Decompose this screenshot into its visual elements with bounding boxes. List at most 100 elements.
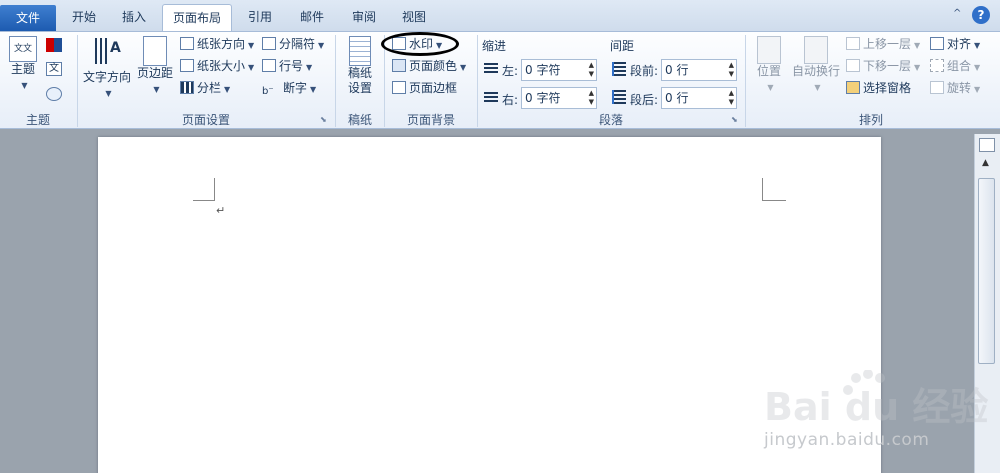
bring-forward-button[interactable]: 上移一层 ▼ <box>846 34 920 54</box>
indent-left-input[interactable]: 0 字符 ▲ ▼ <box>521 59 597 81</box>
themes-button[interactable]: 文文 主题 ▼ <box>6 36 40 93</box>
theme-colors-icon[interactable] <box>46 38 62 52</box>
group-objects-button[interactable]: 组合 ▼ <box>930 56 980 76</box>
send-backward-icon <box>846 59 860 72</box>
spacing-after-value: 0 行 <box>665 91 689 105</box>
indent-left-value: 0 字符 <box>525 63 561 77</box>
wrap-text-button[interactable]: 自动换行 ▼ <box>790 36 842 95</box>
indent-left-icon <box>484 63 498 75</box>
ribbon-tab-bar: 文件 开始 插入 页面布局 引用 邮件 审阅 视图 ^ ? <box>0 0 1000 32</box>
watermark-highlight-ellipse <box>381 32 459 56</box>
theme-effects-icon[interactable] <box>46 87 62 101</box>
wrap-text-icon <box>804 36 828 64</box>
breaks-icon <box>262 37 276 50</box>
themes-label: 主题 <box>10 62 35 76</box>
group-label-arrange: 排列 <box>858 113 883 127</box>
bring-forward-icon <box>846 37 860 50</box>
orientation-button[interactable]: 纸张方向 ▼ <box>180 34 254 54</box>
scrollbar-thumb[interactable] <box>978 178 995 364</box>
line-numbers-label: 行号 <box>279 59 304 73</box>
hyphenation-label: 断字 <box>283 81 308 95</box>
page-setup-launcher-icon[interactable]: ⬊ <box>320 115 327 124</box>
svg-text:A: A <box>110 40 121 56</box>
align-icon <box>930 37 944 50</box>
spacing-title: 间距 <box>610 39 635 53</box>
ruler-toggle-icon[interactable] <box>979 138 995 152</box>
group-label-theme: 主题 <box>25 113 50 127</box>
group-label-page-background: 页面背景 <box>406 113 455 127</box>
spinner-arrows-icon[interactable]: ▲ ▼ <box>729 61 734 79</box>
minimize-ribbon-icon[interactable]: ^ <box>953 8 961 19</box>
spinner-arrows-icon[interactable]: ▲ ▼ <box>589 89 594 107</box>
theme-fonts-icon[interactable]: 文 <box>46 62 62 76</box>
align-button[interactable]: 对齐 ▼ <box>930 34 980 54</box>
group-label-draft-paper: 稿纸 <box>347 113 372 127</box>
spacing-after-label: 段后: <box>630 93 659 107</box>
indent-left-label: 左: <box>502 64 519 78</box>
draft-paper-label-1: 稿纸 <box>347 66 372 80</box>
crop-mark-right-vertical <box>762 178 763 200</box>
tab-page-layout[interactable]: 页面布局 <box>162 4 232 32</box>
spacing-after-input[interactable]: 0 行 ▲ ▼ <box>661 87 737 109</box>
spinner-arrows-icon[interactable]: ▲ ▼ <box>589 61 594 79</box>
tab-mailings[interactable]: 邮件 <box>290 4 334 31</box>
line-numbers-button[interactable]: 行号 ▼ <box>262 56 312 76</box>
group-label-page-setup: 页面设置 <box>181 113 230 127</box>
baidu-watermark-url: jingyan.baidu.com <box>764 430 930 450</box>
send-backward-label: 下移一层 <box>863 59 912 73</box>
spacing-before-value: 0 行 <box>665 63 689 77</box>
indent-right-label: 右: <box>502 93 519 107</box>
paragraph-launcher-icon[interactable]: ⬊ <box>731 115 738 124</box>
indent-right-input[interactable]: 0 字符 ▲ ▼ <box>521 87 597 109</box>
columns-icon <box>180 81 194 94</box>
size-label: 纸张大小 <box>197 59 246 73</box>
size-button[interactable]: 纸张大小 ▼ <box>180 56 254 76</box>
tab-view[interactable]: 视图 <box>394 4 434 31</box>
draft-paper-label-2: 设置 <box>347 81 372 95</box>
position-button[interactable]: 位置 ▼ <box>752 36 786 95</box>
hyphenation-icon: b⁻ <box>262 86 274 97</box>
send-backward-button[interactable]: 下移一层 ▼ <box>846 56 920 76</box>
baidu-watermark-text: Bai du 经验 <box>764 385 988 429</box>
margins-label: 页边距 <box>136 66 173 80</box>
spacing-before-label: 段前: <box>630 64 659 78</box>
baidu-watermark-logo: Bai du 经验 <box>764 370 988 429</box>
spacing-before-input[interactable]: 0 行 ▲ ▼ <box>661 59 737 81</box>
crop-mark-left-vertical <box>214 178 215 200</box>
group-objects-icon <box>930 59 944 72</box>
paragraph-mark: ↵ <box>216 204 226 217</box>
indent-right-icon <box>484 92 498 104</box>
page-color-button[interactable]: 页面颜色 ▼ <box>392 56 466 76</box>
selection-pane-button[interactable]: 选择窗格 <box>846 78 911 98</box>
line-numbers-icon <box>262 59 276 72</box>
text-direction-label: 文字方向 <box>82 70 131 84</box>
group-objects-label: 组合 <box>947 59 972 73</box>
columns-button[interactable]: 分栏 ▼ <box>180 78 230 98</box>
orientation-icon <box>180 37 194 50</box>
tab-insert[interactable]: 插入 <box>112 4 156 31</box>
spacing-after-icon <box>612 90 626 104</box>
draft-paper-button[interactable]: 稿纸 设置 <box>340 36 380 96</box>
tab-references[interactable]: 引用 <box>240 4 280 31</box>
tab-home[interactable]: 开始 <box>64 4 104 31</box>
rotate-button[interactable]: 旋转 ▼ <box>930 78 980 98</box>
page-borders-button[interactable]: 页面边框 <box>392 78 457 98</box>
margins-button[interactable]: 页边距 ▼ <box>136 36 174 97</box>
margins-icon <box>143 36 167 66</box>
tab-review[interactable]: 审阅 <box>342 4 386 31</box>
ribbon: 文文 主题 ▼ 文 主题 A 文字方向 ▼ 页边距 ▼ 纸张方向 ▼ 纸张大小 ▼ 分栏 ▼… <box>0 31 1000 129</box>
text-direction-button[interactable]: A 文字方向 ▼ <box>82 36 132 101</box>
help-icon[interactable]: ? <box>972 6 990 24</box>
group-label-paragraph: 段落 <box>598 113 623 127</box>
wrap-text-label: 自动换行 <box>791 64 840 78</box>
tab-file[interactable]: 文件 <box>0 5 56 31</box>
bring-forward-label: 上移一层 <box>863 37 912 51</box>
page-color-icon <box>392 59 406 72</box>
page-color-label: 页面颜色 <box>409 59 458 73</box>
breaks-button[interactable]: 分隔符 ▼ <box>262 34 324 54</box>
scroll-up-icon[interactable]: ▲ <box>982 158 989 168</box>
spinner-arrows-icon[interactable]: ▲ ▼ <box>729 89 734 107</box>
text-direction-icon: A <box>95 38 121 64</box>
hyphenation-button[interactable]: b⁻ 断字 ▼ <box>262 78 316 98</box>
paper-size-icon <box>180 59 194 72</box>
